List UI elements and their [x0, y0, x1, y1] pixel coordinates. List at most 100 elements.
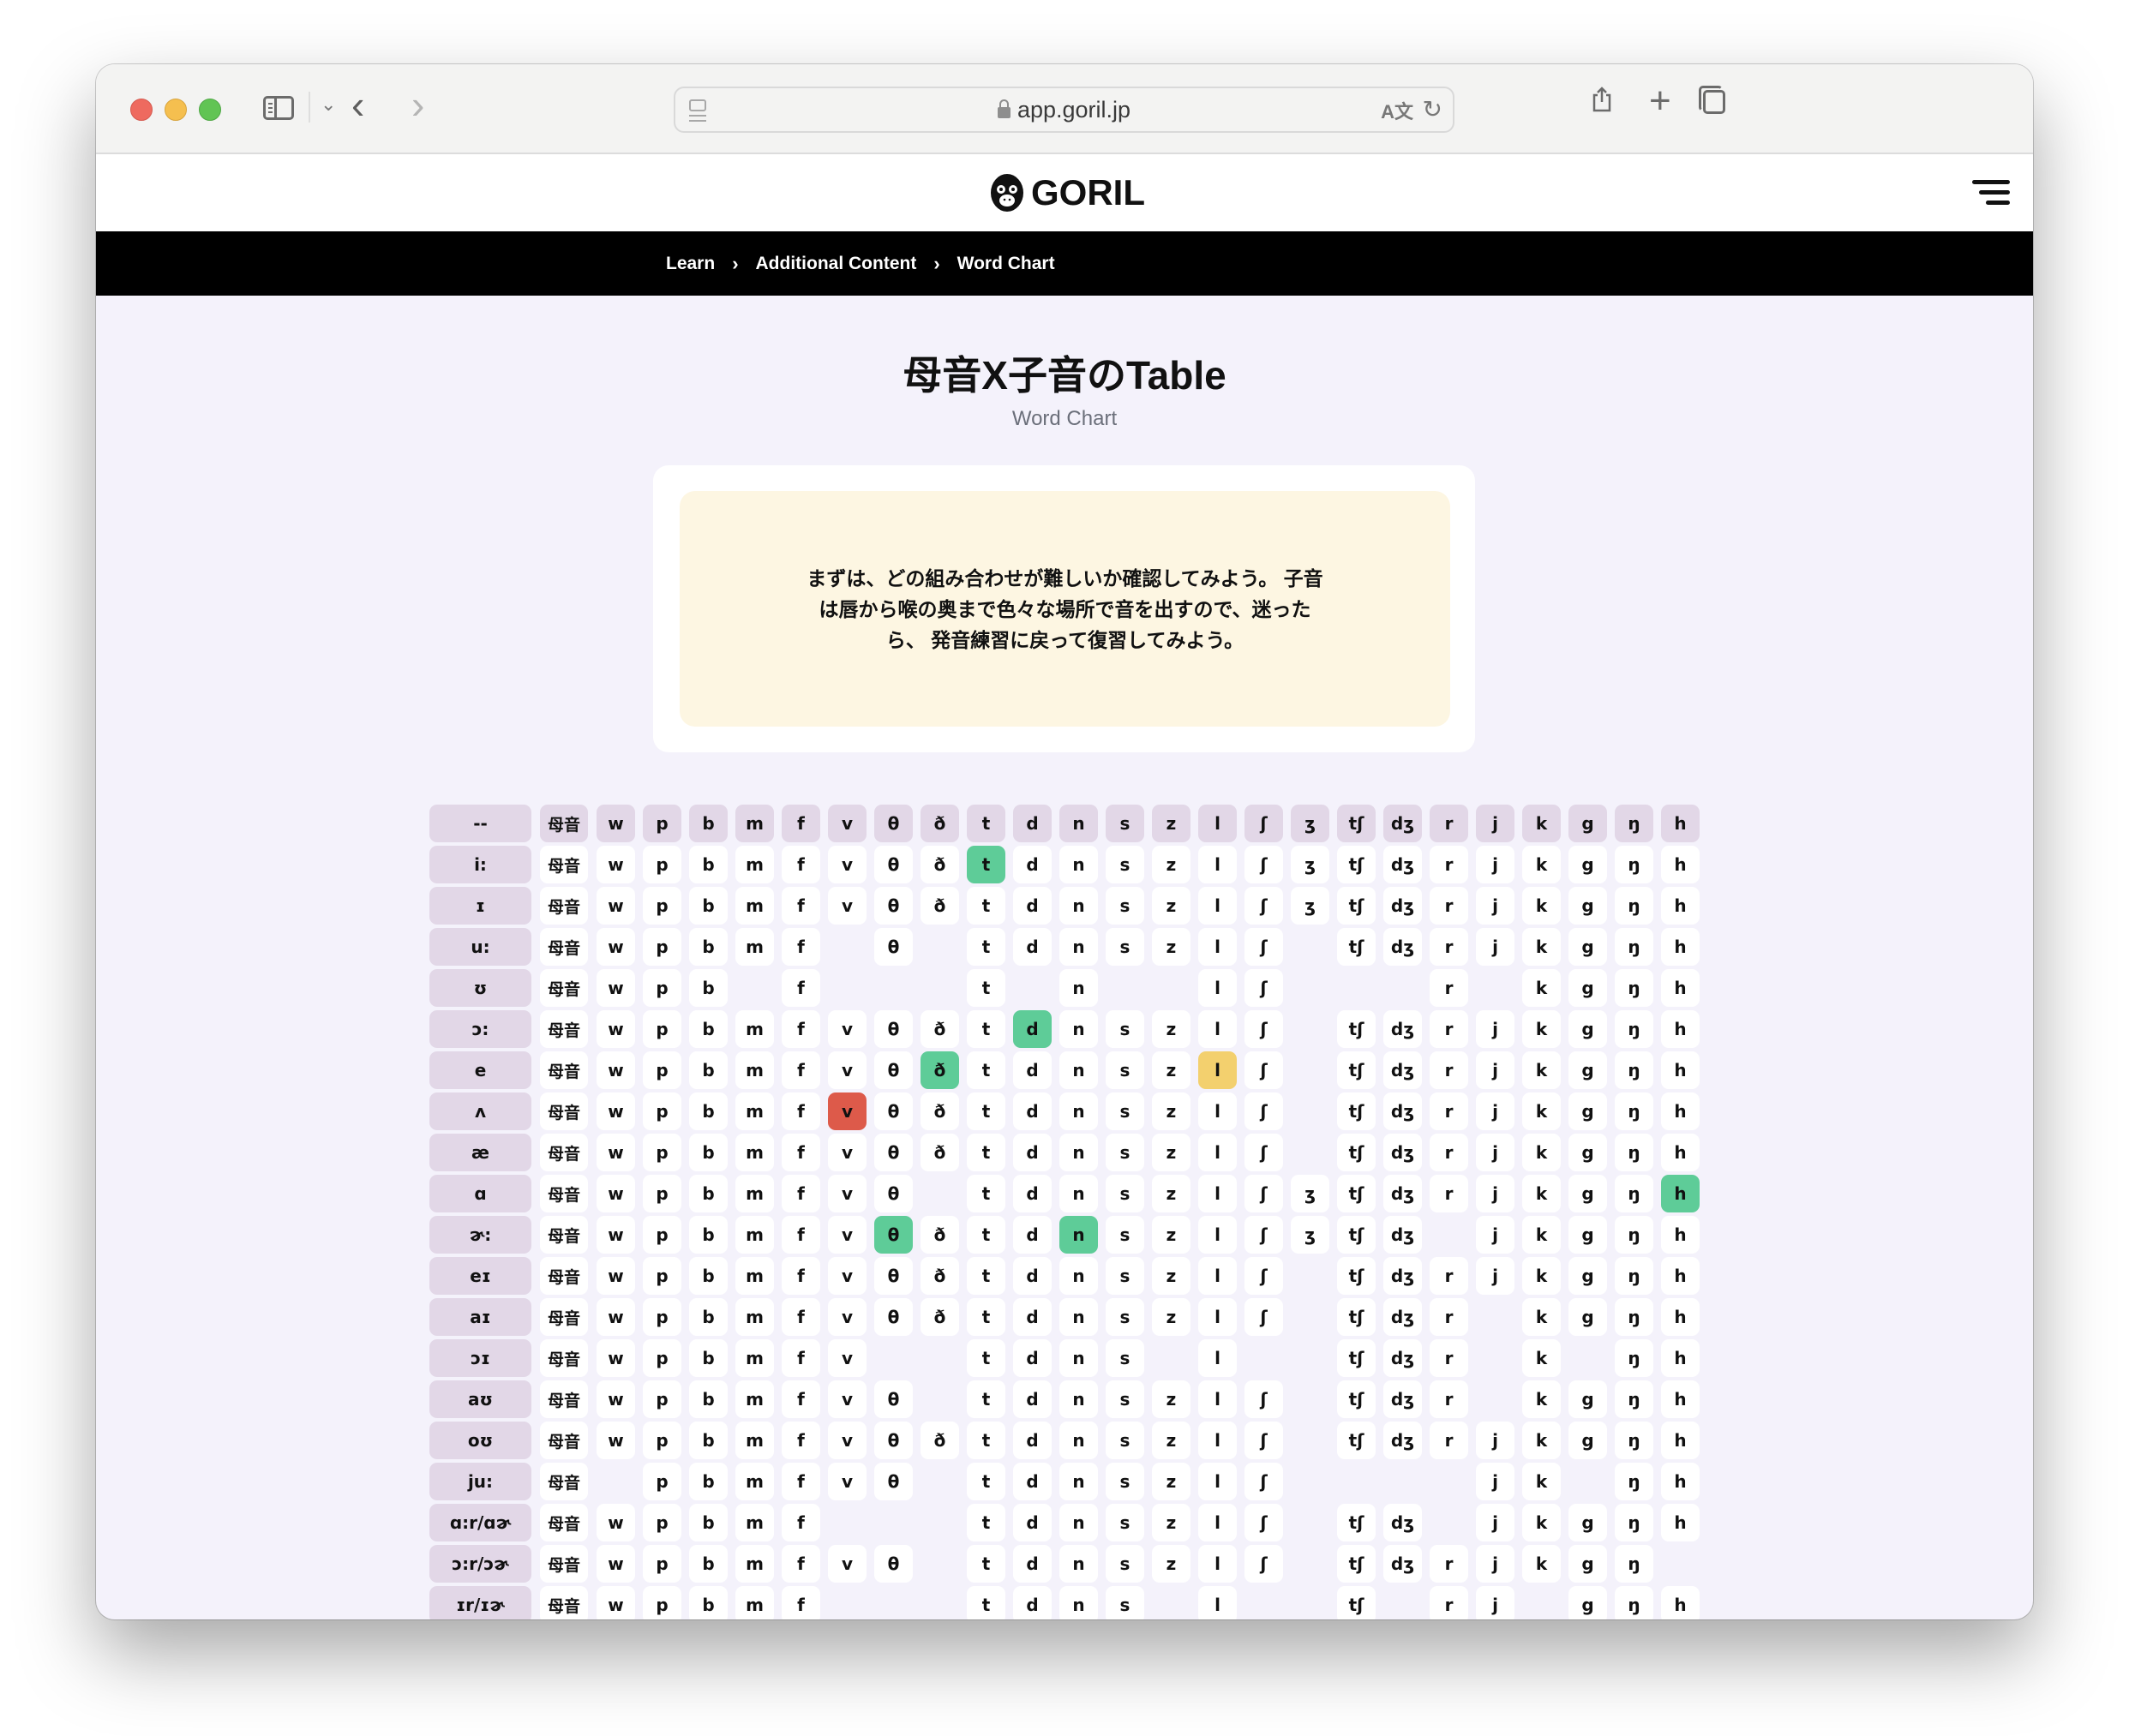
- combination-cell[interactable]: b: [689, 887, 728, 925]
- combination-cell[interactable]: h: [1661, 969, 1700, 1007]
- combination-cell[interactable]: v: [828, 1216, 867, 1254]
- combination-cell[interactable]: s: [1106, 1092, 1144, 1130]
- combination-cell[interactable]: tʃ: [1337, 1175, 1376, 1212]
- combination-cell[interactable]: r: [1430, 1134, 1468, 1171]
- combination-cell[interactable]: v: [828, 1298, 867, 1336]
- combination-cell[interactable]: θ: [874, 1298, 913, 1336]
- combination-cell[interactable]: v: [828, 1051, 867, 1089]
- combination-cell[interactable]: m: [735, 1422, 774, 1459]
- combination-cell[interactable]: n: [1059, 1175, 1098, 1212]
- vowel-only-cell[interactable]: 母音: [540, 1092, 588, 1130]
- combination-cell[interactable]: b: [689, 1463, 728, 1500]
- combination-cell[interactable]: s: [1106, 1134, 1144, 1171]
- combination-cell[interactable]: j: [1476, 1175, 1514, 1212]
- combination-cell[interactable]: tʃ: [1337, 928, 1376, 966]
- combination-cell[interactable]: dʒ: [1383, 1545, 1422, 1583]
- combination-cell[interactable]: d: [1013, 1586, 1052, 1619]
- combination-cell[interactable]: n: [1059, 1134, 1098, 1171]
- combination-cell[interactable]: j: [1476, 846, 1514, 883]
- combination-cell[interactable]: w: [597, 969, 635, 1007]
- combination-cell[interactable]: θ: [874, 1545, 913, 1583]
- combination-cell[interactable]: m: [735, 846, 774, 883]
- combination-cell[interactable]: k: [1522, 1380, 1561, 1418]
- combination-cell[interactable]: d: [1013, 1422, 1052, 1459]
- combination-cell[interactable]: z: [1152, 1298, 1190, 1336]
- combination-cell[interactable]: g: [1568, 1051, 1607, 1089]
- combination-cell[interactable]: z: [1152, 1134, 1190, 1171]
- combination-cell[interactable]: r: [1430, 1051, 1468, 1089]
- combination-cell[interactable]: k: [1522, 1216, 1561, 1254]
- combination-cell[interactable]: tʃ: [1337, 1134, 1376, 1171]
- combination-cell[interactable]: p: [643, 887, 681, 925]
- combination-cell[interactable]: t: [967, 969, 1005, 1007]
- combination-cell[interactable]: w: [597, 1339, 635, 1377]
- combination-cell[interactable]: m: [735, 1380, 774, 1418]
- combination-cell[interactable]: k: [1522, 1010, 1561, 1048]
- combination-cell[interactable]: m: [735, 1216, 774, 1254]
- combination-cell[interactable]: p: [643, 1092, 681, 1130]
- combination-cell[interactable]: p: [643, 1216, 681, 1254]
- combination-cell[interactable]: ð: [921, 887, 959, 925]
- combination-cell[interactable]: m: [735, 887, 774, 925]
- combination-cell[interactable]: z: [1152, 1257, 1190, 1295]
- vowel-only-cell[interactable]: 母音: [540, 1504, 588, 1541]
- combination-cell[interactable]: l: [1198, 969, 1237, 1007]
- combination-cell[interactable]: g: [1568, 846, 1607, 883]
- address-bar[interactable]: app.goril.jp A文 ↻: [674, 87, 1454, 133]
- combination-cell[interactable]: g: [1568, 1257, 1607, 1295]
- combination-cell[interactable]: s: [1106, 1545, 1144, 1583]
- combination-cell[interactable]: r: [1430, 1422, 1468, 1459]
- vowel-only-cell[interactable]: 母音: [540, 1051, 588, 1089]
- combination-cell[interactable]: t: [967, 887, 1005, 925]
- combination-cell[interactable]: v: [828, 1134, 867, 1171]
- combination-cell[interactable]: p: [643, 1545, 681, 1583]
- combination-cell[interactable]: p: [643, 846, 681, 883]
- combination-cell[interactable]: ʃ: [1244, 1380, 1283, 1418]
- combination-cell[interactable]: h: [1661, 1216, 1700, 1254]
- combination-cell[interactable]: ŋ: [1615, 1339, 1653, 1377]
- combination-cell[interactable]: f: [782, 1545, 820, 1583]
- combination-cell[interactable]: j: [1476, 1257, 1514, 1295]
- combination-cell[interactable]: p: [643, 1257, 681, 1295]
- combination-cell[interactable]: ð: [921, 1422, 959, 1459]
- combination-cell[interactable]: v: [828, 1463, 867, 1500]
- combination-cell[interactable]: t: [967, 1586, 1005, 1619]
- combination-cell[interactable]: ŋ: [1615, 1134, 1653, 1171]
- combination-cell[interactable]: d: [1013, 1175, 1052, 1212]
- combination-cell[interactable]: m: [735, 1257, 774, 1295]
- combination-cell[interactable]: tʃ: [1337, 1422, 1376, 1459]
- combination-cell[interactable]: n: [1059, 1545, 1098, 1583]
- combination-cell[interactable]: d: [1013, 1092, 1052, 1130]
- combination-cell[interactable]: θ: [874, 1216, 913, 1254]
- combination-cell[interactable]: k: [1522, 1092, 1561, 1130]
- combination-cell[interactable]: k: [1522, 1545, 1561, 1583]
- combination-cell[interactable]: ŋ: [1615, 887, 1653, 925]
- combination-cell[interactable]: d: [1013, 846, 1052, 883]
- combination-cell[interactable]: t: [967, 1339, 1005, 1377]
- reload-icon[interactable]: ↻: [1423, 95, 1442, 123]
- logo[interactable]: GORIL: [990, 172, 1145, 213]
- combination-cell[interactable]: f: [782, 1298, 820, 1336]
- combination-cell[interactable]: b: [689, 1298, 728, 1336]
- combination-cell[interactable]: m: [735, 1134, 774, 1171]
- combination-cell[interactable]: t: [967, 1463, 1005, 1500]
- combination-cell[interactable]: θ: [874, 1463, 913, 1500]
- combination-cell[interactable]: l: [1198, 1586, 1237, 1619]
- combination-cell[interactable]: b: [689, 928, 728, 966]
- combination-cell[interactable]: tʃ: [1337, 1216, 1376, 1254]
- combination-cell[interactable]: r: [1430, 928, 1468, 966]
- combination-cell[interactable]: θ: [874, 1257, 913, 1295]
- combination-cell[interactable]: ð: [921, 1134, 959, 1171]
- combination-cell[interactable]: tʃ: [1337, 1545, 1376, 1583]
- combination-cell[interactable]: θ: [874, 1380, 913, 1418]
- combination-cell[interactable]: n: [1059, 1586, 1098, 1619]
- combination-cell[interactable]: f: [782, 1216, 820, 1254]
- combination-cell[interactable]: ʃ: [1244, 887, 1283, 925]
- combination-cell[interactable]: ŋ: [1615, 928, 1653, 966]
- combination-cell[interactable]: r: [1430, 846, 1468, 883]
- combination-cell[interactable]: l: [1198, 928, 1237, 966]
- combination-cell[interactable]: f: [782, 1257, 820, 1295]
- combination-cell[interactable]: j: [1476, 1422, 1514, 1459]
- combination-cell[interactable]: r: [1430, 1298, 1468, 1336]
- combination-cell[interactable]: tʃ: [1337, 1339, 1376, 1377]
